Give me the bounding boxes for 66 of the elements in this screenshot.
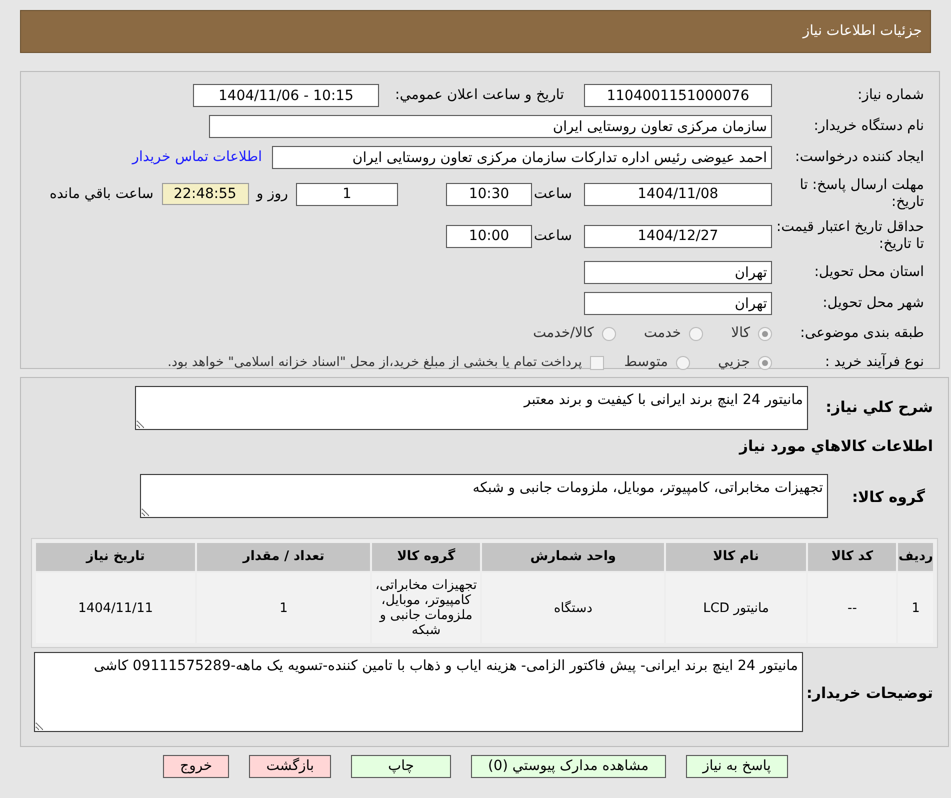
section-heading: اطلاعات کالاهاي مورد نياز xyxy=(739,437,933,455)
field-label: نوع فرآیند خرید : xyxy=(824,354,924,371)
radio-button[interactable] xyxy=(602,326,616,340)
column-header: گروه کالا xyxy=(372,543,480,571)
contact-link[interactable]: اطلاعات تماس خریدار xyxy=(132,147,262,168)
field-label: شماره نیاز: xyxy=(856,87,924,104)
action-button[interactable]: خروج xyxy=(163,755,230,778)
column-header: نام کالا xyxy=(666,543,806,571)
buyer-notes-field[interactable]: مانیتور 24 اینچ برند ایرانی- پیش فاکتور الزامی- هزینه ایاب و ذهاب با تامین کننده-تسویه یک ماهه-09111575289 کاشی xyxy=(34,652,803,732)
page-title: جزئیات اطلاعات نیاز xyxy=(802,22,922,41)
table-cell: 1 xyxy=(197,573,370,643)
column-header: ردیف xyxy=(898,543,933,571)
days-field[interactable]: 1 xyxy=(296,182,398,206)
remaining-time: 22:48:55 xyxy=(162,183,248,205)
column-header: تاریخ نیاز xyxy=(36,543,196,571)
need-number-field[interactable]: 1104001151000076 xyxy=(584,84,772,107)
field-label: مهلت ارسال پاسخ: تا تاریخ: xyxy=(798,177,924,211)
table-cell: 1404/11/11 xyxy=(36,573,196,643)
price-validity-date-field[interactable]: 1404/12/27 xyxy=(584,224,772,248)
field-label: شهر محل تحویل: xyxy=(822,295,924,312)
field-label: ایجاد کننده درخواست: xyxy=(794,149,924,166)
action-button[interactable]: چاپ xyxy=(351,755,452,778)
radio-button[interactable] xyxy=(758,356,772,370)
announce-date-field[interactable]: 1404/11/06 - 10:15 xyxy=(193,84,379,107)
requester-field[interactable]: احمد عیوضی رئیس اداره تدارکات سازمان مرکزی تعاون روستایی ایران xyxy=(272,146,772,169)
column-header: تعداد / مقدار xyxy=(197,543,370,571)
action-button[interactable]: پاسخ به نیاز xyxy=(686,755,788,778)
field-label: نام دستگاه خریدار: xyxy=(812,118,924,135)
remaining-label: ساعت باقي مانده xyxy=(50,184,154,204)
table-cell: تجهیزات مخابراتی، کامپیوتر، موبایل، ملزومات جانبی و شبکه xyxy=(372,573,480,643)
table-cell: مانیتور LCD xyxy=(666,573,806,643)
description-field[interactable]: مانیتور 24 اینچ برند ایرانی با کیفیت و برند معتبر xyxy=(135,386,808,430)
radio-button[interactable] xyxy=(676,356,690,370)
deadline-date-field[interactable]: 1404/11/08 xyxy=(584,182,772,206)
deadline-time-field[interactable]: 10:30 xyxy=(446,182,532,206)
field-label: تاريخ و ساعت اعلان عمومي: xyxy=(394,87,564,104)
radio-label: کالا/خدمت xyxy=(532,324,594,343)
column-header: کد کالا xyxy=(808,543,896,571)
radio-label: جزيي xyxy=(718,353,750,372)
buyer-org-field[interactable]: سازمان مرکزی تعاون روستایی ایران xyxy=(209,115,772,138)
radio-label: کالا xyxy=(731,324,750,343)
goods-group-field[interactable]: تجهیزات مخابراتی، کامپیوتر، موبایل، ملزومات جانبی و شبکه xyxy=(140,474,828,518)
radio-button[interactable] xyxy=(689,326,704,340)
action-button[interactable]: مشاهده مدارک پیوستي (0) xyxy=(471,755,666,778)
field-label: گروه کالا: xyxy=(851,487,926,508)
radio-label: متوسط xyxy=(624,353,668,372)
field-label: استان محل تحویل: xyxy=(813,264,924,281)
time-label: ساعت xyxy=(532,226,572,246)
column-header: واحد شمارش xyxy=(482,543,664,571)
time-label: ساعت xyxy=(532,184,572,204)
field-label: طبقه بندی موضوعی: xyxy=(800,325,924,342)
action-button[interactable]: بازگشت xyxy=(249,755,332,778)
table-cell: 1 xyxy=(898,573,933,643)
field-label: شرح کلي نياز: xyxy=(824,397,933,418)
province-field[interactable]: تهران xyxy=(584,261,772,284)
checkbox[interactable] xyxy=(590,356,604,370)
radio-button[interactable] xyxy=(758,326,772,340)
city-field[interactable]: تهران xyxy=(584,292,772,315)
radio-label: خدمت xyxy=(644,324,682,343)
field-label: حداقل تاریخ اعتبار قیمت: تا تاریخ: xyxy=(775,219,924,253)
price-validity-time-field[interactable]: 10:00 xyxy=(446,224,532,248)
days-label: روز و xyxy=(256,184,288,204)
field-label: توضیحات خریدار: xyxy=(805,683,933,704)
table-cell: -- xyxy=(808,573,896,643)
payment-note: پرداخت تمام یا بخشی از مبلغ خرید،از محل "اسناد خزانه اسلامی" خواهد بود. xyxy=(167,354,582,372)
table-cell: دستگاه xyxy=(482,573,664,643)
